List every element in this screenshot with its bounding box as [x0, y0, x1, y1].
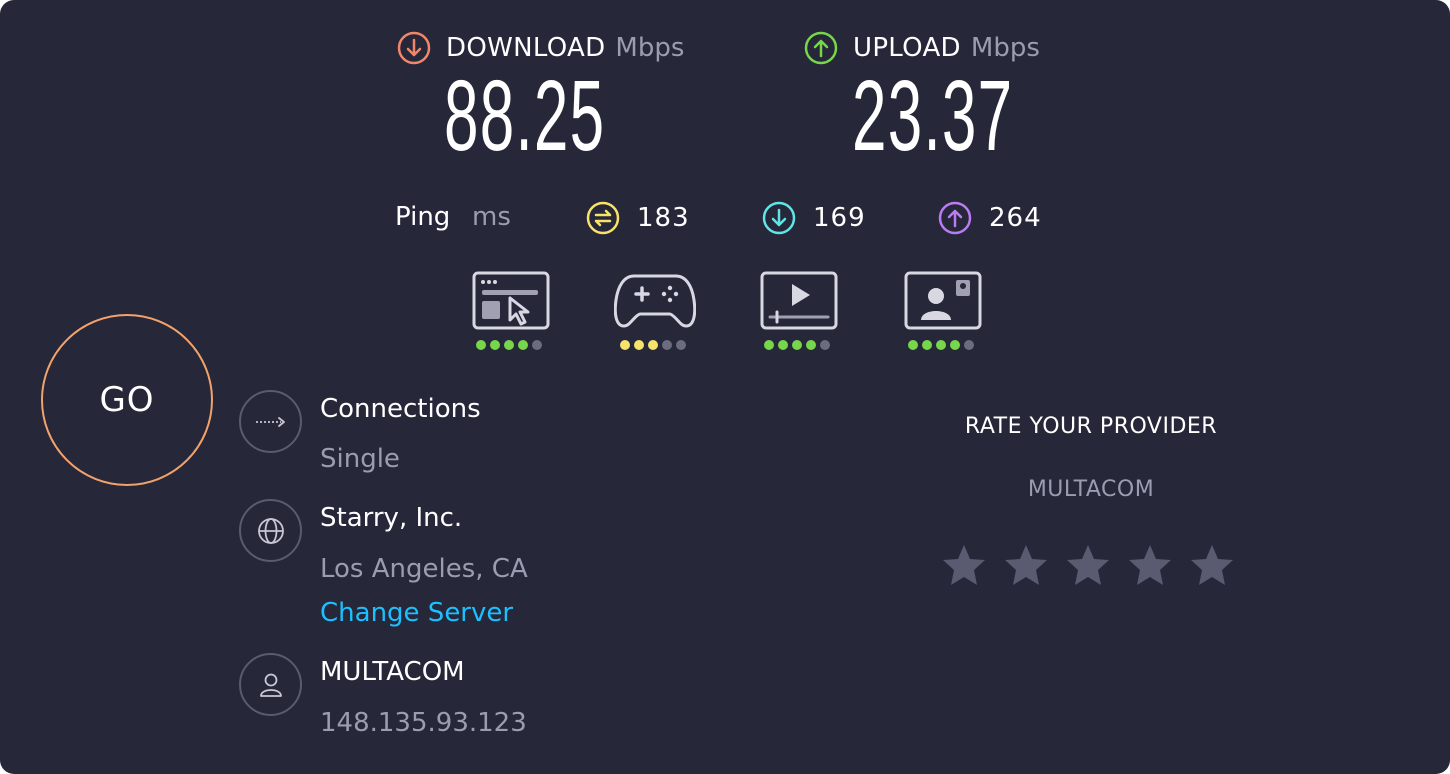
rating-dot-empty: [676, 340, 686, 350]
upload-value: 23.37: [852, 60, 1014, 172]
rating-dot-filled: [476, 340, 486, 350]
rating-dot-filled: [806, 340, 816, 350]
rating-stars: [940, 542, 1236, 590]
rating-dot-empty: [532, 340, 542, 350]
server-location: Los Angeles, CA: [320, 554, 528, 584]
speedtest-result-panel: DOWNLOAD Mbps 88.25 UPLOAD Mbps 23.37 Pi…: [0, 0, 1450, 774]
upload-title: UPLOAD: [853, 33, 961, 63]
client-ip: 148.135.93.123: [320, 708, 527, 738]
star-icon[interactable]: [1126, 542, 1174, 590]
client-icon-circle: [239, 653, 302, 716]
server-name: Starry, Inc.: [320, 503, 463, 533]
connections-icon-circle: [239, 390, 302, 453]
rating-dot-filled: [504, 340, 514, 350]
star-icon[interactable]: [1064, 542, 1112, 590]
gaming-rating: [620, 340, 686, 350]
globe-icon: [257, 517, 284, 544]
rating-dot-filled: [908, 340, 918, 350]
web-browsing-icon: [472, 271, 550, 330]
rating-dot-filled: [648, 340, 658, 350]
star-icon[interactable]: [1002, 542, 1050, 590]
ping-row: Ping ms 183 169 264: [0, 200, 1450, 240]
star-icon[interactable]: [1188, 542, 1236, 590]
change-server-link[interactable]: Change Server: [320, 598, 513, 628]
download-latency: 169: [761, 200, 866, 236]
rating-dot-filled: [936, 340, 946, 350]
rating-dot-filled: [792, 340, 802, 350]
arrow-down-circle-icon: [397, 31, 431, 65]
download-latency-value: 169: [813, 203, 866, 233]
server-icon-circle: [239, 499, 302, 562]
rating-dot-filled: [950, 340, 960, 350]
connections-value[interactable]: Single: [320, 444, 400, 474]
rating-dot-empty: [662, 340, 672, 350]
gaming: [614, 270, 696, 332]
connections-title: Connections: [320, 394, 481, 424]
rate-provider-name: MULTACOM: [1027, 477, 1155, 502]
upload-unit: Mbps: [970, 33, 1040, 63]
video-streaming-rating: [764, 340, 830, 350]
web-browsing: [472, 270, 550, 332]
rating-dot-filled: [634, 340, 644, 350]
rating-dot-filled: [922, 340, 932, 350]
idle-latency-value: 183: [637, 203, 690, 233]
video-chat-rating: [908, 340, 974, 350]
ping-unit: ms: [472, 202, 511, 232]
download-unit: Mbps: [615, 33, 685, 63]
web-browsing-rating: [476, 340, 542, 350]
rating-dot-filled: [518, 340, 528, 350]
download-value: 88.25: [444, 60, 606, 172]
download-latency-icon: [762, 201, 796, 235]
rating-dot-empty: [964, 340, 974, 350]
star-icon[interactable]: [940, 542, 988, 590]
video-streaming-icon: [760, 271, 838, 330]
video-chat: [904, 270, 982, 332]
rating-dot-filled: [764, 340, 774, 350]
idle-latency-icon: [586, 201, 620, 235]
idle-latency: 183: [585, 200, 690, 236]
video-chat-icon: [904, 271, 982, 330]
rate-provider-title: RATE YOUR PROVIDER: [964, 414, 1218, 439]
download-title: DOWNLOAD: [446, 33, 606, 63]
upload-latency-value: 264: [989, 203, 1042, 233]
client-isp: MULTACOM: [320, 657, 465, 687]
rating-dot-filled: [778, 340, 788, 350]
rating-dot-filled: [490, 340, 500, 350]
upload-latency-icon: [938, 201, 972, 235]
go-button-label: GO: [99, 380, 155, 420]
arrow-up-circle-icon: [804, 31, 838, 65]
upload-latency: 264: [937, 200, 1042, 236]
ping-label: Ping: [395, 202, 451, 232]
rating-dot-filled: [620, 340, 630, 350]
rating-dot-empty: [820, 340, 830, 350]
go-button[interactable]: GO: [41, 314, 213, 486]
user-icon: [259, 673, 282, 697]
connections-arrow-icon: [255, 416, 285, 427]
video-streaming: [760, 270, 838, 332]
gaming-icon: [614, 274, 696, 328]
